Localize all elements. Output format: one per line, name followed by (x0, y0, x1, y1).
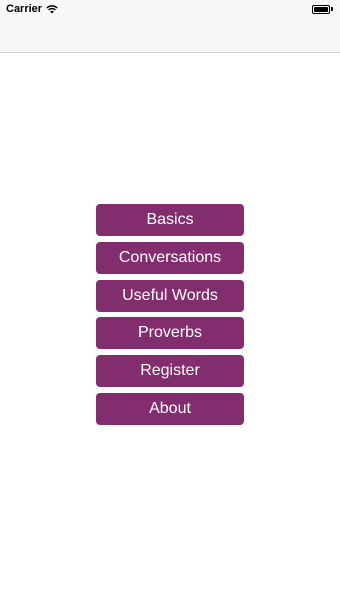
proverbs-button[interactable]: Proverbs (96, 317, 244, 350)
carrier-info: Carrier (6, 3, 58, 15)
carrier-label: Carrier (6, 3, 43, 15)
main-menu: Basics Conversations Useful Words Prover… (96, 204, 244, 431)
about-button[interactable]: About (96, 392, 244, 425)
wifi-icon (46, 5, 58, 14)
status-bar: Carrier (0, 0, 340, 20)
app-screen: Carrier Basics Conversations Useful Word… (0, 0, 340, 604)
register-button[interactable]: Register (96, 355, 244, 388)
basics-button[interactable]: Basics (96, 204, 244, 236)
useful-words-button[interactable]: Useful Words (96, 279, 244, 312)
conversations-button[interactable]: Conversations (96, 241, 244, 274)
navigation-bar (0, 20, 340, 53)
battery-icon (312, 4, 334, 14)
